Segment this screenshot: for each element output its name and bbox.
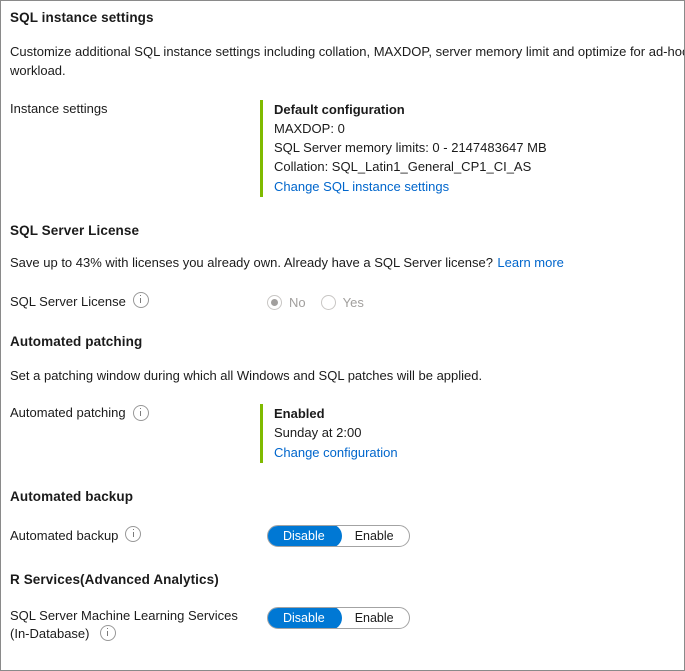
info-circle-icon-license[interactable]: [132, 292, 149, 308]
change-configuration-link[interactable]: Change configuration: [274, 442, 684, 463]
r-services-toggle-enable[interactable]: Enable: [340, 608, 409, 628]
section-automated-patching: Automated patching Set a patching window…: [10, 311, 684, 463]
summary-title-default-configuration: Default configuration: [274, 102, 405, 117]
automated-backup-toggle-disable[interactable]: Disable: [267, 526, 341, 546]
field-control-automated-backup: Disable Enable: [260, 525, 684, 547]
section-sql-server-license: SQL Server License Save up to 43% with l…: [10, 197, 684, 311]
section-description-license: Save up to 43% with licenses you already…: [10, 255, 493, 270]
section-description-license-wrap: Save up to 43% with licenses you already…: [10, 253, 684, 272]
panel-content: SQL instance settings Customize addition…: [1, 1, 684, 670]
section-title-instance: SQL instance settings: [10, 10, 154, 25]
automated-backup-toggle-enable[interactable]: Enable: [340, 526, 409, 546]
change-sql-instance-settings-link[interactable]: Change SQL instance settings: [274, 176, 684, 197]
section-r-services: R Services(Advanced Analytics) SQL Serve…: [10, 547, 684, 643]
r-services-toggle-disable[interactable]: Disable: [267, 608, 341, 628]
summary-line-patching-window: Sunday at 2:00: [274, 425, 362, 440]
automated-backup-toggle[interactable]: Disable Enable: [267, 525, 410, 547]
section-title-patching: Automated patching: [10, 334, 143, 349]
label-text-automated-backup: Automated backup: [10, 528, 119, 543]
summary-line-maxdop: MAXDOP: 0: [274, 121, 345, 136]
field-control-machine-learning-services: Disable Enable: [260, 607, 684, 629]
field-control-instance-settings: Default configuration MAXDOP: 0 SQL Serv…: [260, 100, 684, 197]
section-title-r-services: R Services(Advanced Analytics): [10, 572, 219, 587]
label-text-automated-patching: Automated patching: [10, 405, 126, 420]
row-machine-learning-services: SQL Server Machine Learning Services (In…: [10, 607, 684, 643]
section-description-patching: Set a patching window during which all W…: [10, 368, 483, 383]
field-control-automated-patching: Enabled Sunday at 2:00 Change configurat…: [260, 404, 684, 463]
field-label-automated-patching: Automated patching: [10, 404, 260, 422]
info-circle-icon-r-services[interactable]: [99, 624, 116, 641]
field-label-sql-server-license: SQL Server License: [10, 292, 260, 311]
label-text-ml-services-line1: SQL Server Machine Learning Services: [10, 608, 238, 623]
row-automated-patching: Automated patching Enabled Sunday at 2:0…: [10, 404, 684, 463]
radio-mark-no[interactable]: [267, 294, 282, 310]
summary-line-memory-limits: SQL Server memory limits: 0 - 2147483647…: [274, 140, 547, 155]
section-sql-instance-settings: SQL instance settings Customize addition…: [10, 1, 684, 197]
section-description-instance: Customize additional SQL instance settin…: [10, 44, 685, 78]
license-radio-option-no[interactable]: No: [267, 294, 306, 310]
label-text-ml-services-line2: (In-Database): [10, 626, 90, 641]
info-circle-icon-patching[interactable]: [132, 405, 149, 421]
radio-mark-yes[interactable]: [320, 294, 336, 310]
row-sql-server-license: SQL Server License No Yes: [10, 292, 684, 311]
label-text-instance-settings: Instance settings: [10, 101, 108, 116]
summary-title-enabled: Enabled: [274, 406, 325, 421]
label-text-sql-server-license: SQL Server License: [10, 294, 126, 309]
field-control-sql-server-license: No Yes: [260, 294, 684, 310]
license-learn-more-link[interactable]: Learn more: [497, 255, 563, 270]
automated-patching-summary: Enabled Sunday at 2:00 Change configurat…: [260, 404, 684, 463]
license-radio-group[interactable]: No Yes: [260, 294, 684, 310]
r-services-toggle[interactable]: Disable Enable: [267, 607, 410, 629]
radio-label-no: No: [289, 294, 306, 310]
field-label-automated-backup: Automated backup: [10, 526, 260, 545]
sql-instance-settings-panel: SQL instance settings Customize addition…: [0, 0, 685, 671]
row-instance-settings: Instance settings Default configuration …: [10, 100, 684, 197]
field-label-machine-learning-services: SQL Server Machine Learning Services (In…: [10, 607, 260, 643]
radio-label-yes: Yes: [342, 294, 364, 310]
summary-line-collation: Collation: SQL_Latin1_General_CP1_CI_AS: [274, 159, 532, 174]
label-text-ml-services-line2-wrap: (In-Database): [10, 624, 254, 643]
section-title-backup: Automated backup: [10, 489, 134, 504]
section-title-license: SQL Server License: [10, 223, 140, 238]
info-circle-icon-backup[interactable]: [125, 526, 142, 542]
row-automated-backup: Automated backup Disable Enable: [10, 525, 684, 547]
license-radio-option-yes[interactable]: Yes: [320, 294, 364, 310]
section-automated-backup: Automated backup Automated backup Disabl…: [10, 463, 684, 547]
field-label-instance-settings: Instance settings: [10, 100, 260, 118]
instance-settings-summary: Default configuration MAXDOP: 0 SQL Serv…: [260, 100, 684, 197]
